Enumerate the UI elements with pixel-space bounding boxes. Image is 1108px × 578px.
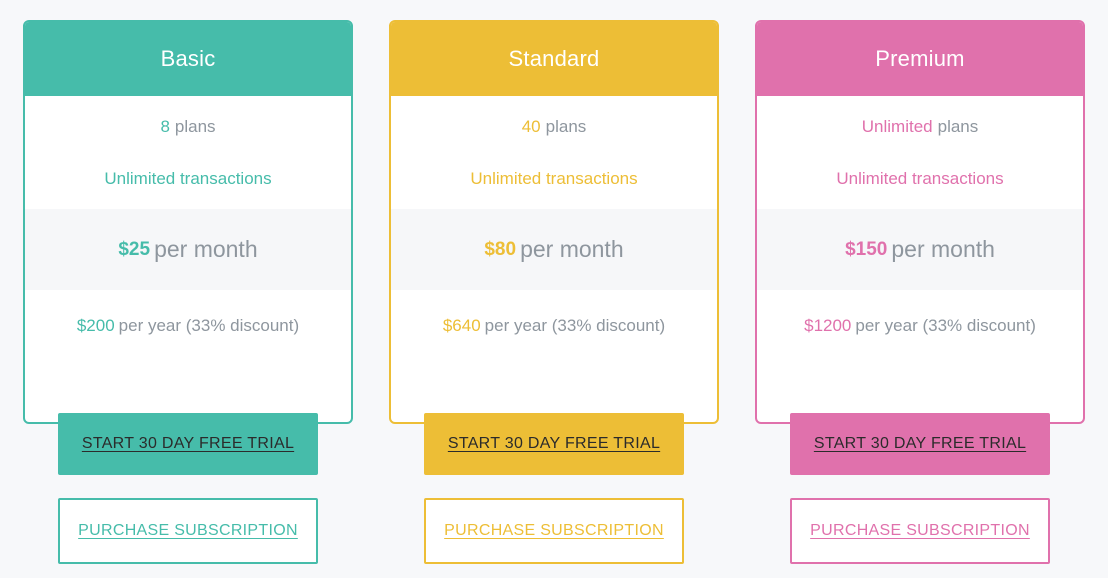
yearly-price-row: $640 per year (33% discount) [391, 290, 717, 362]
plan-card-basic: Basic 8 plans Unlimited transactions $25… [23, 20, 353, 424]
purchase-subscription-button[interactable]: PURCHASE SUBSCRIPTION [58, 498, 318, 564]
plans-count: Unlimited [861, 117, 933, 136]
plan-card-standard: Standard 40 plans Unlimited transactions… [389, 20, 719, 424]
plan-body-standard: 40 plans Unlimited transactions $80 per … [391, 96, 717, 422]
monthly-price-amount: $80 [484, 238, 517, 260]
plan-title: Basic [160, 46, 216, 71]
feature-row-transactions: Unlimited transactions [25, 153, 351, 205]
transactions-label: Unlimited transactions [104, 169, 272, 188]
plans-suffix: plans [545, 117, 587, 136]
plans-suffix: plans [174, 117, 216, 136]
plan-body-premium: Unlimited plans Unlimited transactions $… [757, 96, 1083, 422]
plans-suffix: plans [937, 117, 979, 136]
monthly-price-amount: $25 [118, 238, 151, 260]
plan-title: Standard [508, 46, 600, 71]
yearly-price-note: per year (33% discount) [484, 316, 666, 335]
monthly-price-period: per month [520, 236, 624, 262]
plans-count: 40 [521, 117, 541, 136]
feature-row-transactions: Unlimited transactions [757, 153, 1083, 205]
yearly-price-amount: $200 [76, 316, 115, 335]
purchase-subscription-button[interactable]: PURCHASE SUBSCRIPTION [424, 498, 684, 564]
feature-row-transactions: Unlimited transactions [391, 153, 717, 205]
monthly-price-row: $80 per month [391, 209, 717, 290]
plan-body-basic: 8 plans Unlimited transactions $25 per m… [25, 96, 351, 422]
yearly-price-amount: $1200 [804, 316, 852, 335]
pricing-table: Basic 8 plans Unlimited transactions $25… [0, 0, 1108, 578]
yearly-price-note: per year (33% discount) [855, 316, 1036, 335]
monthly-price-row: $150 per month [757, 209, 1083, 290]
plan-title: Premium [875, 46, 965, 71]
plan-column-premium: Premium Unlimited plans Unlimited transa… [755, 20, 1085, 578]
yearly-price-row: $1200 per year (33% discount) [757, 290, 1083, 362]
plans-count: 8 [160, 117, 170, 136]
start-trial-button[interactable]: START 30 DAY FREE TRIAL [424, 413, 684, 475]
start-trial-button[interactable]: START 30 DAY FREE TRIAL [58, 413, 318, 475]
plan-header-premium: Premium [757, 22, 1083, 96]
monthly-price-period: per month [154, 236, 258, 262]
feature-row-plans: Unlimited plans [757, 101, 1083, 153]
plan-column-basic: Basic 8 plans Unlimited transactions $25… [23, 20, 353, 578]
purchase-subscription-button[interactable]: PURCHASE SUBSCRIPTION [790, 498, 1050, 564]
plan-card-premium: Premium Unlimited plans Unlimited transa… [755, 20, 1085, 424]
start-trial-button[interactable]: START 30 DAY FREE TRIAL [790, 413, 1050, 475]
transactions-label: Unlimited transactions [470, 169, 638, 188]
transactions-label: Unlimited transactions [836, 169, 1004, 188]
plan-header-standard: Standard [391, 22, 717, 96]
plan-header-basic: Basic [25, 22, 351, 96]
plan-column-standard: Standard 40 plans Unlimited transactions… [389, 20, 719, 578]
yearly-price-row: $200 per year (33% discount) [25, 290, 351, 362]
monthly-price-amount: $150 [845, 238, 888, 260]
monthly-price-period: per month [891, 236, 995, 262]
feature-row-plans: 40 plans [391, 101, 717, 153]
yearly-price-note: per year (33% discount) [118, 316, 300, 335]
monthly-price-row: $25 per month [25, 209, 351, 290]
yearly-price-amount: $640 [442, 316, 481, 335]
feature-row-plans: 8 plans [25, 101, 351, 153]
